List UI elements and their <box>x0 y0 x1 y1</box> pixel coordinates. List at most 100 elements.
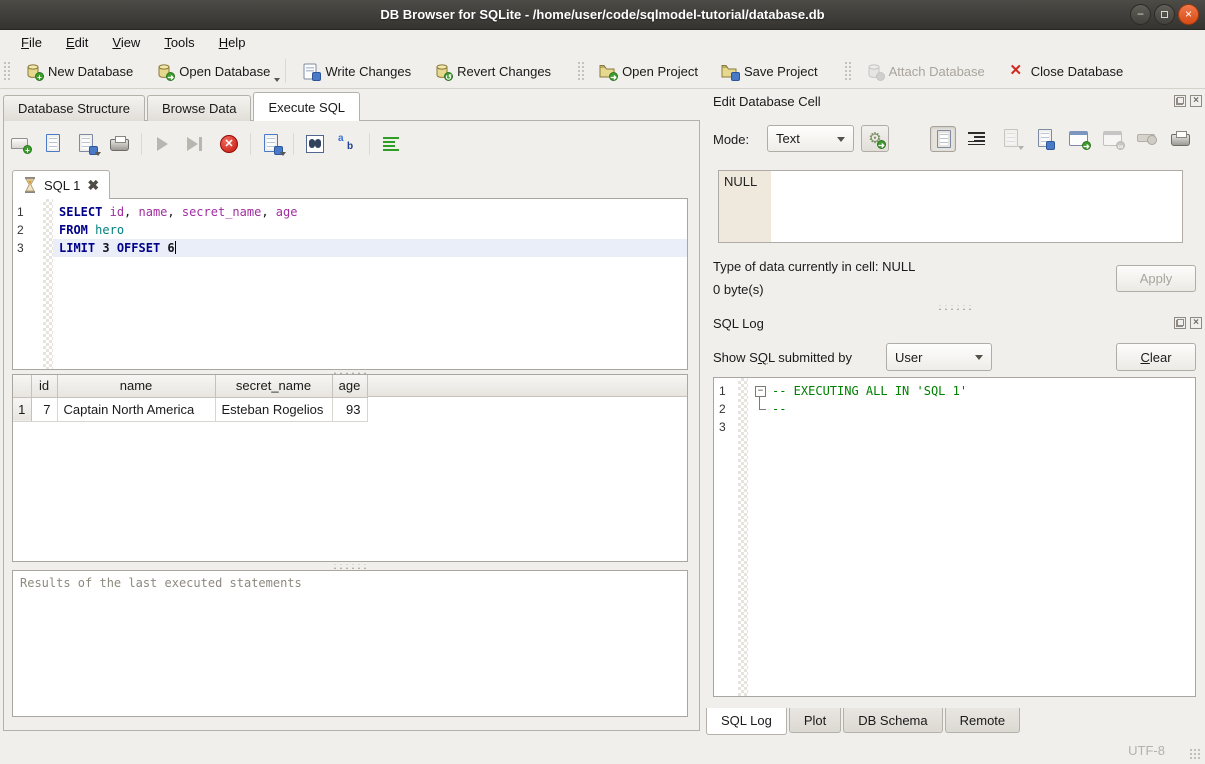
float-dock-icon[interactable] <box>1174 95 1186 107</box>
results-header-row: idnamesecret_nameage <box>13 375 367 397</box>
print-icon[interactable] <box>1168 126 1194 152</box>
import-file-icon <box>998 126 1024 152</box>
toolbar-drag-handle[interactable] <box>576 60 585 82</box>
token: name <box>139 205 168 219</box>
log-filter-combobox[interactable]: User <box>886 343 992 371</box>
dock-tab-remote[interactable]: Remote <box>945 708 1021 733</box>
column-header[interactable]: age <box>332 375 367 397</box>
log-filter-value: User <box>895 350 922 365</box>
sql-file-tab-label: SQL 1 <box>44 178 80 193</box>
format-sql-icon[interactable] <box>379 132 403 156</box>
mode-value: Text <box>776 131 800 146</box>
toolbar-drag-handle[interactable] <box>843 60 852 82</box>
write-changes-button[interactable]: Write Changes <box>290 57 422 85</box>
arrow-badge-icon: ➜ <box>166 72 175 81</box>
toolbar-separator <box>293 133 294 155</box>
cell-value-editor[interactable]: NULL <box>718 170 1183 243</box>
results-message-pane[interactable]: Results of the last executed statements <box>12 570 688 717</box>
toolbar-separator <box>250 133 251 155</box>
data-cell[interactable]: Captain North America <box>57 397 215 421</box>
sql-log-dock-title: SQL Log <box>713 316 764 331</box>
mode-combobox[interactable]: Text <box>767 125 854 152</box>
resize-grip-icon[interactable] <box>1189 748 1201 760</box>
save-project-button[interactable]: Save Project <box>709 57 829 85</box>
toolbar-drag-handle[interactable] <box>2 60 11 82</box>
auto-apply-button[interactable]: ⚙ ➜ <box>861 125 889 152</box>
clear-log-button[interactable]: Clear <box>1116 343 1196 371</box>
corner-cell[interactable] <box>13 375 31 397</box>
splitter-handle[interactable] <box>935 305 975 310</box>
data-cell[interactable]: 93 <box>332 397 367 421</box>
close-dock-icon[interactable] <box>1190 317 1202 329</box>
line-number: 1 <box>719 382 737 400</box>
close-icon[interactable]: × <box>1178 4 1199 25</box>
text-mode-icon[interactable] <box>930 126 956 152</box>
write-changes-icon <box>301 62 319 80</box>
sql-log-view[interactable]: 1-- EXECUTING ALL IN 'SQL 1'2--3 <box>713 377 1196 697</box>
token: id <box>110 205 124 219</box>
open-project-button[interactable]: ➜ Open Project <box>587 57 709 85</box>
tab-browse-data[interactable]: Browse Data <box>147 95 251 121</box>
data-cell[interactable]: 7 <box>31 397 57 421</box>
close-dock-icon[interactable] <box>1190 95 1202 107</box>
apply-button: Apply <box>1116 265 1196 292</box>
plus-badge-icon: + <box>35 72 44 81</box>
close-tab-icon[interactable]: ✖ <box>87 178 99 192</box>
tab-database-structure[interactable]: Database Structure <box>3 95 145 121</box>
log-text: -- <box>772 400 786 418</box>
sql-editor[interactable]: 1SELECT id, name, secret_name, age2FROM … <box>12 198 688 370</box>
fold-marker-icon[interactable] <box>752 382 768 400</box>
new-database-icon: + <box>24 62 42 80</box>
row-number-cell[interactable]: 1 <box>13 397 31 421</box>
code-line: SELECT id, name, secret_name, age <box>53 203 687 221</box>
menu-tools[interactable]: Tools <box>153 32 205 53</box>
open-sql-file-icon[interactable] <box>42 132 66 156</box>
word-wrap-icon[interactable] <box>964 126 990 152</box>
results-grid[interactable]: idnamesecret_nameage17Captain North Amer… <box>12 374 688 562</box>
open-database-button[interactable]: ➜ Open Database <box>144 57 281 85</box>
fold-marker-icon[interactable] <box>752 400 768 418</box>
new-database-button[interactable]: + New Database <box>13 57 144 85</box>
table-row[interactable]: 17Captain North AmericaEsteban Rogelios9… <box>13 397 367 421</box>
save-project-icon <box>720 62 738 80</box>
link-badge-icon <box>876 72 885 81</box>
column-header[interactable]: name <box>57 375 215 397</box>
titlebar[interactable]: DB Browser for SQLite - /home/user/code/… <box>0 0 1205 30</box>
stop-icon[interactable]: ✕ <box>217 132 241 156</box>
save-sql-file-icon[interactable] <box>75 132 99 156</box>
export-cell-icon[interactable]: ➜ <box>1066 126 1092 152</box>
new-tab-icon[interactable]: + <box>9 132 33 156</box>
log-text: -- EXECUTING ALL IN 'SQL 1' <box>772 382 967 400</box>
maximize-icon[interactable] <box>1154 4 1175 25</box>
save-as-icon[interactable] <box>1032 126 1058 152</box>
print-icon[interactable] <box>108 132 132 156</box>
dock-tab-sql-log[interactable]: SQL Log <box>706 708 787 735</box>
dock-tab-db-schema[interactable]: DB Schema <box>843 708 942 733</box>
float-dock-icon[interactable] <box>1174 317 1186 329</box>
chevron-down-icon <box>975 355 983 360</box>
close-database-button[interactable]: ✕ Close Database <box>996 57 1135 85</box>
menu-file[interactable]: File <box>10 32 53 53</box>
menu-help[interactable]: Help <box>208 32 257 53</box>
line-number: 2 <box>17 221 41 239</box>
menu-edit[interactable]: Edit <box>55 32 99 53</box>
column-header[interactable]: id <box>31 375 57 397</box>
toolbar-separator <box>141 133 142 155</box>
data-cell[interactable]: Esteban Rogelios <box>215 397 332 421</box>
arrow-badge-icon: ➜ <box>609 72 618 81</box>
export-results-icon[interactable] <box>260 132 284 156</box>
revert-changes-button[interactable]: ↺ Revert Changes <box>422 57 562 85</box>
column-header[interactable]: secret_name <box>215 375 332 397</box>
minimize-icon[interactable]: − <box>1130 4 1151 25</box>
dock-tab-plot[interactable]: Plot <box>789 708 841 733</box>
find-icon[interactable] <box>303 132 327 156</box>
open-database-icon: ➜ <box>155 62 173 80</box>
menu-view[interactable]: View <box>101 32 151 53</box>
find-replace-icon[interactable]: ab <box>336 132 360 156</box>
sql-log-dock-buttons <box>1174 317 1202 329</box>
sql-file-tab[interactable]: SQL 1 ✖ <box>12 170 110 199</box>
main-tabbar: Database Structure Browse Data Execute S… <box>3 92 362 121</box>
edit-cell-dock-buttons <box>1174 95 1202 107</box>
splitter-handle[interactable] <box>330 564 370 569</box>
tab-execute-sql[interactable]: Execute SQL <box>253 92 360 121</box>
